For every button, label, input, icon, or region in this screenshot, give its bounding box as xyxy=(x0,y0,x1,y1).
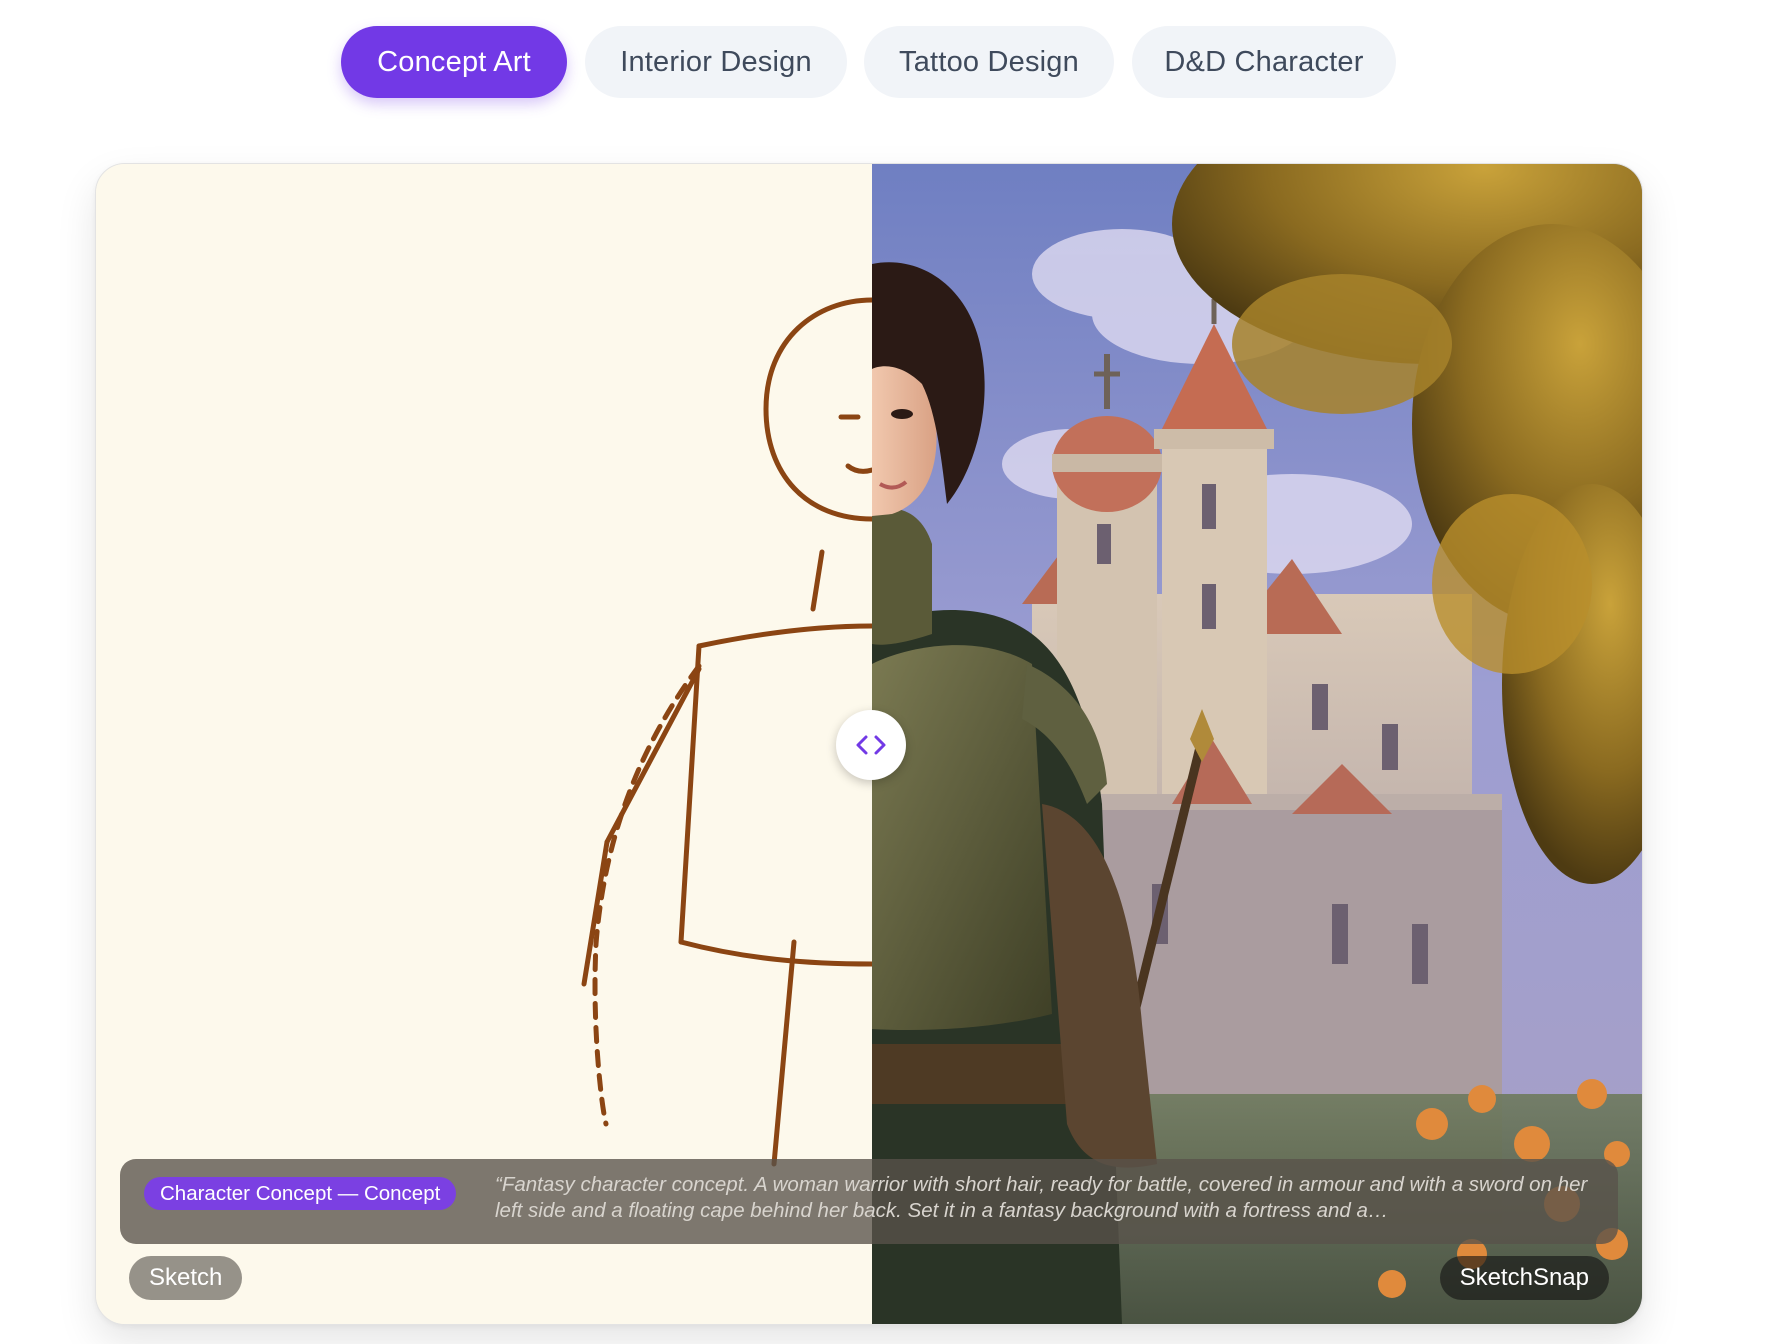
sketch-mouth xyxy=(845,463,872,474)
tab-concept-art[interactable]: Concept Art xyxy=(341,26,567,98)
sketch-leg xyxy=(771,939,797,1167)
sketch-pane xyxy=(96,164,872,1324)
tab-interior-design[interactable]: Interior Design xyxy=(585,26,847,98)
caption-prompt-text: “Fantasy character concept. A woman warr… xyxy=(495,1173,1588,1222)
sketch-waist xyxy=(678,939,872,967)
tab-dnd-character[interactable]: D&D Character xyxy=(1132,26,1396,98)
sketch-neck xyxy=(810,549,825,612)
result-pane xyxy=(872,164,1642,1324)
before-after-comparison[interactable]: Character Concept — Concept “Fantasy cha… xyxy=(95,163,1643,1325)
sketch-label: Sketch xyxy=(129,1256,243,1300)
prompt-caption: Character Concept — Concept “Fantasy cha… xyxy=(120,1159,1618,1244)
category-tabs: Concept Art Interior Design Tattoo Desig… xyxy=(0,26,1772,98)
chevron-left-right-icon xyxy=(856,735,886,755)
generated-image xyxy=(872,164,1642,1324)
sketch-head xyxy=(763,297,872,522)
tab-tattoo-design[interactable]: Tattoo Design xyxy=(864,26,1114,98)
comparison-slider-handle[interactable] xyxy=(836,710,906,780)
caption-badge: Character Concept — Concept xyxy=(144,1177,457,1210)
stick-figure-sketch xyxy=(581,297,872,1167)
result-label: SketchSnap xyxy=(1439,1256,1609,1300)
sketch-shoulders xyxy=(696,623,872,649)
